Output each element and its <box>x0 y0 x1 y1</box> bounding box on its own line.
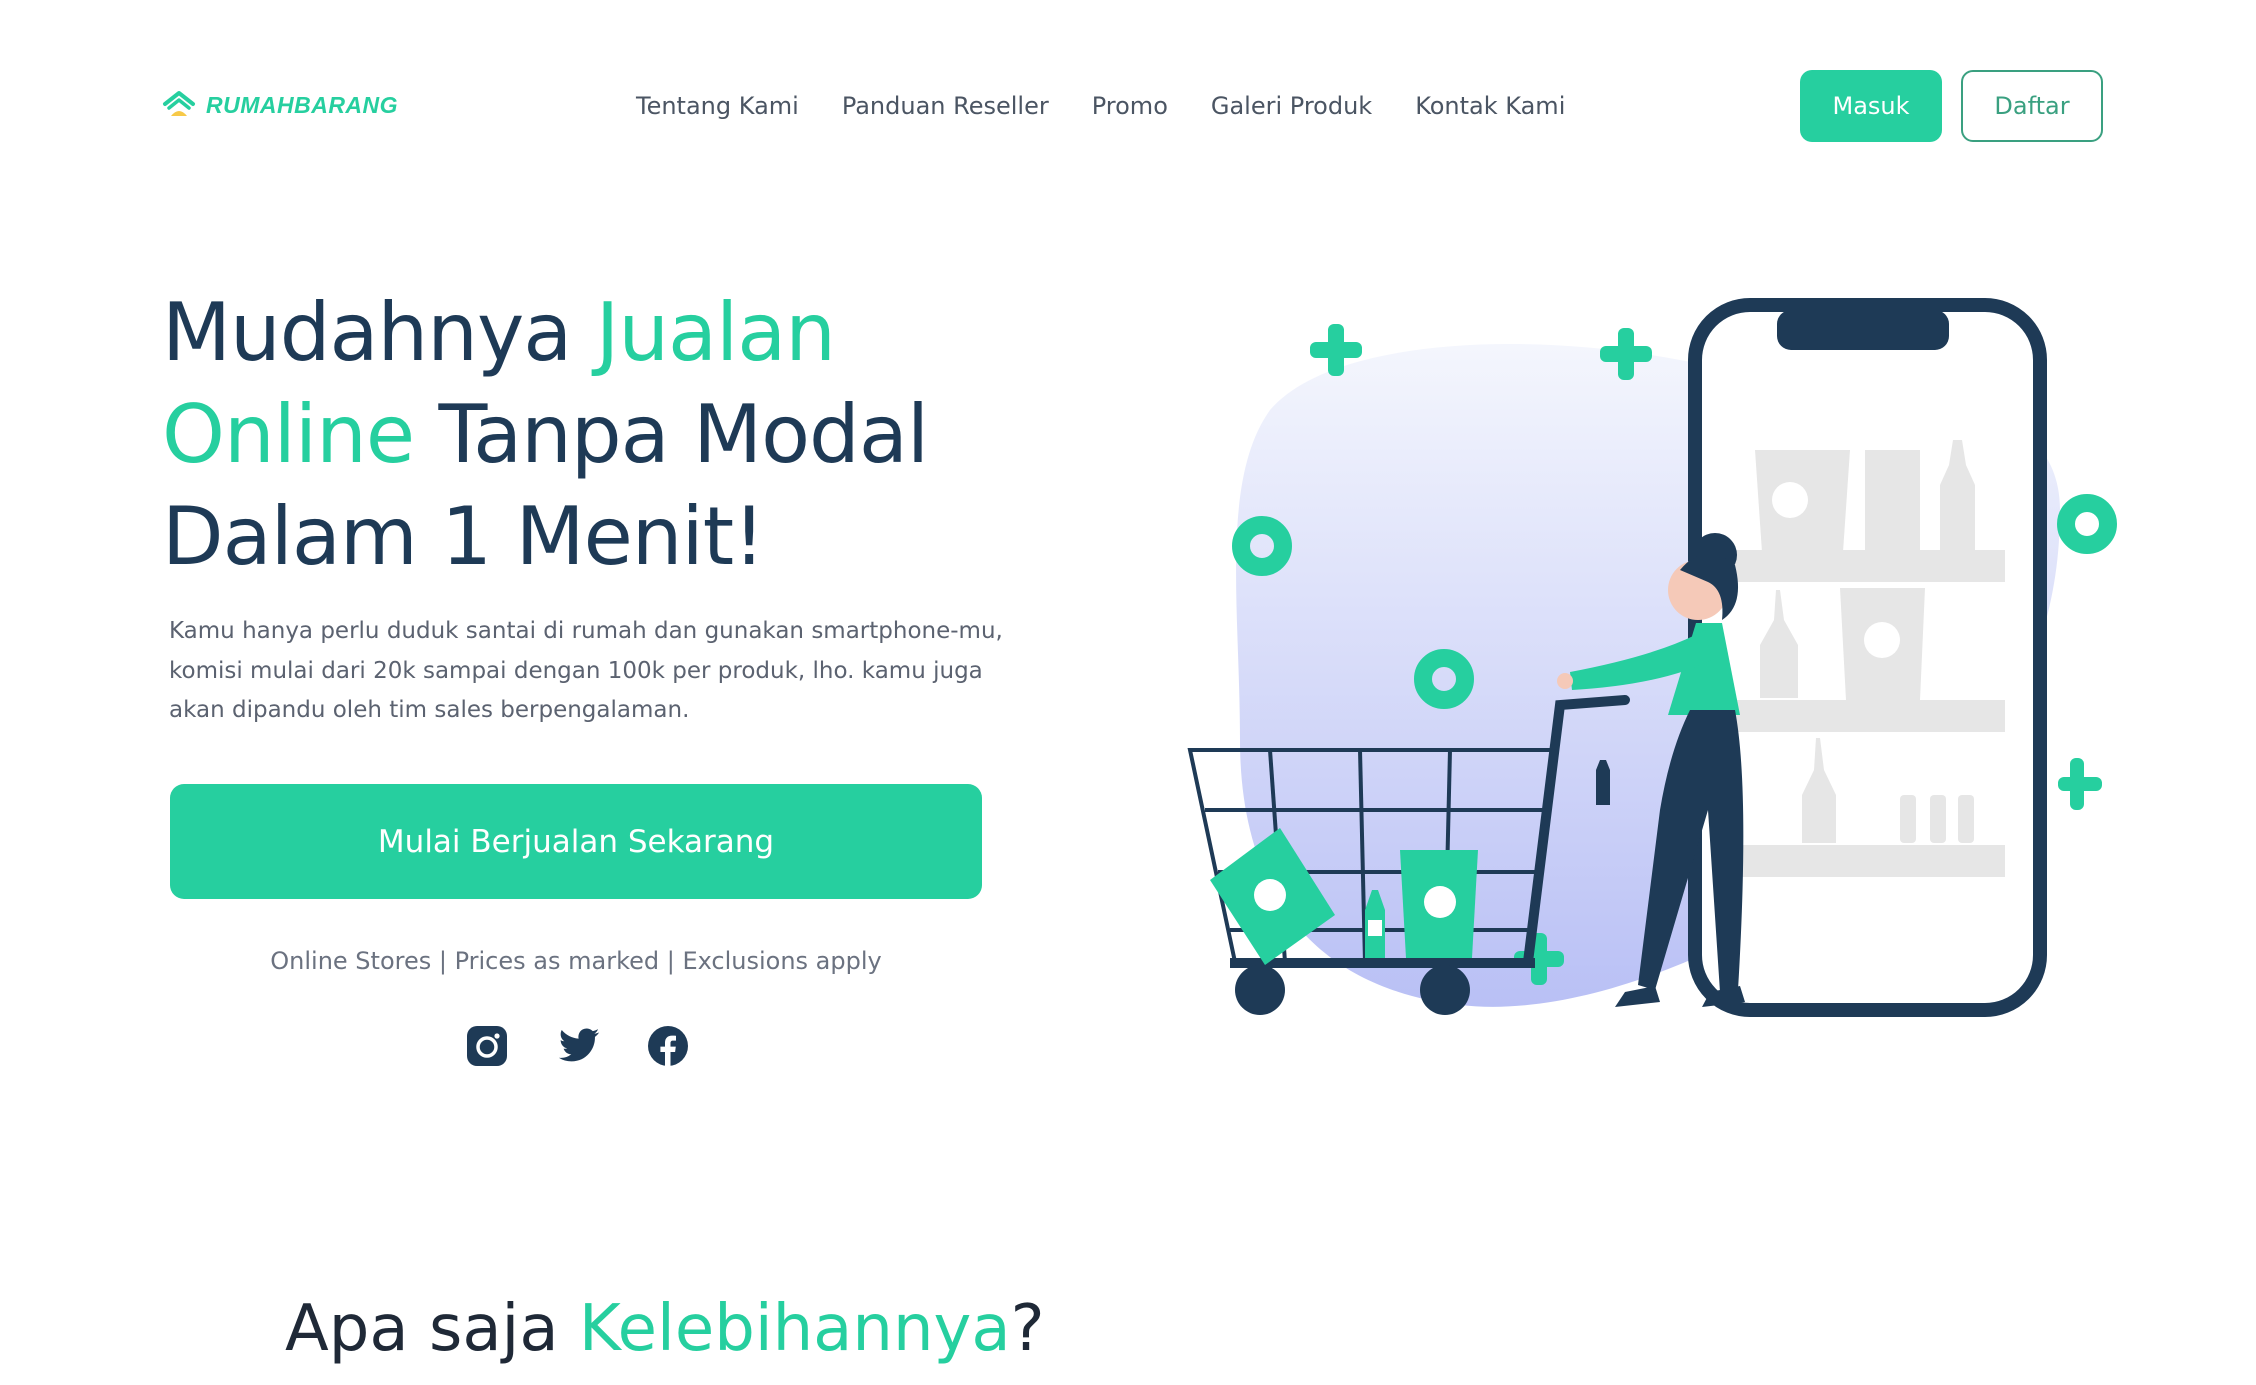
fineprint: Online Stores | Prices as marked | Exclu… <box>270 947 882 975</box>
nav-panduan-reseller[interactable]: Panduan Reseller <box>842 88 1049 124</box>
advantages-title-part1: Apa saja <box>285 1292 579 1366</box>
twitter-icon[interactable] <box>557 1024 601 1068</box>
hero-description: Kamu hanya perlu duduk santai di rumah d… <box>169 618 1003 723</box>
main-nav: Tentang Kami Panduan Reseller Promo Gale… <box>636 88 1565 124</box>
start-selling-button[interactable]: Mulai Berjualan Sekarang <box>170 784 982 899</box>
brand-name: RUMAHBARANG <box>206 91 399 118</box>
register-button[interactable]: Daftar <box>1961 70 2103 142</box>
hero-illustration <box>1187 298 2117 1017</box>
login-button[interactable]: Masuk <box>1800 70 1942 142</box>
brand-logo[interactable]: RUMAHBARANG <box>162 88 398 122</box>
hero-title-accent2: Online <box>162 388 415 481</box>
hero-title-part2: Tanpa Modal <box>414 388 929 481</box>
nav-galeri-produk[interactable]: Galeri Produk <box>1211 88 1372 124</box>
hero-title-accent1: Jualan <box>595 286 836 379</box>
hero-title: Mudahnya Jualan Online Tanpa Modal Dalam 1… <box>162 282 1062 588</box>
facebook-icon[interactable] <box>646 1024 690 1068</box>
advantages-title-part2: ? <box>1010 1292 1045 1366</box>
logo-icon <box>163 91 195 116</box>
hero-title-part3: Dalam 1 Menit! <box>162 490 765 583</box>
advantages-title: Apa saja Kelebihannya? <box>285 1292 1045 1366</box>
hero-title-part1: Mudahnya <box>162 286 596 379</box>
nav-kontak-kami[interactable]: Kontak Kami <box>1415 88 1565 124</box>
nav-tentang-kami[interactable]: Tentang Kami <box>636 88 799 124</box>
advantages-title-accent: Kelebihannya <box>578 1292 1011 1366</box>
nav-promo[interactable]: Promo <box>1092 88 1168 124</box>
instagram-icon[interactable] <box>465 1024 509 1068</box>
phone-notch <box>1777 310 1949 350</box>
